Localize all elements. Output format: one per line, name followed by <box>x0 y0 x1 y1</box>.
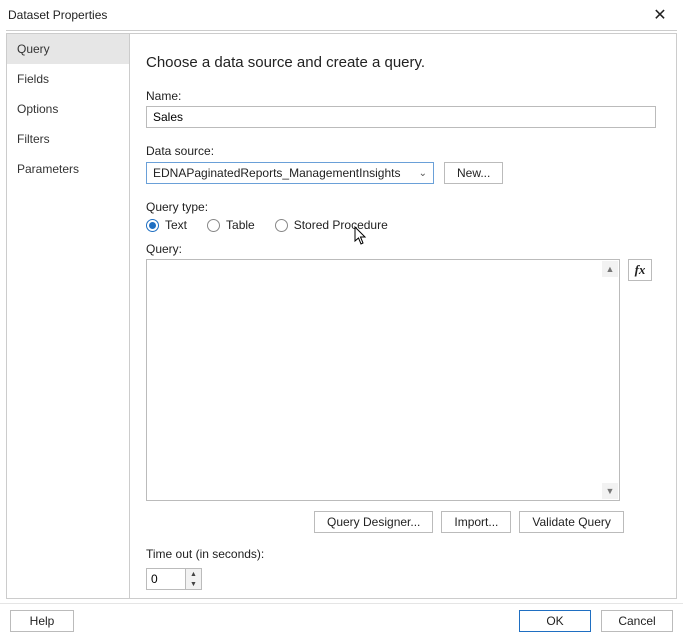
spinner-down-icon[interactable]: ▼ <box>186 579 201 589</box>
radio-circle-icon <box>275 219 288 232</box>
query-textarea[interactable]: ▲ ▼ <box>146 259 620 501</box>
radio-circle-icon <box>207 219 220 232</box>
window-title: Dataset Properties <box>8 8 107 22</box>
name-label: Name: <box>146 89 662 103</box>
scroll-down-icon[interactable]: ▼ <box>602 483 618 499</box>
titlebar: Dataset Properties ✕ <box>0 0 683 30</box>
scroll-up-icon[interactable]: ▲ <box>602 261 618 277</box>
datasource-select[interactable]: EDNAPaginatedReports_ManagementInsights … <box>146 162 434 184</box>
querytype-label: Query type: <box>146 200 662 214</box>
sidebar-item-query[interactable]: Query <box>7 34 129 64</box>
ok-button[interactable]: OK <box>519 610 591 632</box>
radio-table[interactable]: Table <box>207 218 255 232</box>
radio-circle-icon <box>146 219 159 232</box>
sidebar-item-filters[interactable]: Filters <box>7 124 129 154</box>
new-datasource-button[interactable]: New... <box>444 162 503 184</box>
content-panel: Choose a data source and create a query.… <box>130 33 677 599</box>
radio-table-label: Table <box>226 218 255 232</box>
expression-button[interactable]: fx <box>628 259 652 281</box>
query-designer-button[interactable]: Query Designer... <box>314 511 433 533</box>
spinner-up-icon[interactable]: ▲ <box>186 569 201 579</box>
datasource-value: EDNAPaginatedReports_ManagementInsights <box>153 166 400 180</box>
import-button[interactable]: Import... <box>441 511 511 533</box>
datasource-label: Data source: <box>146 144 662 158</box>
timeout-spinner[interactable]: ▲ ▼ <box>146 568 202 590</box>
close-icon[interactable]: ✕ <box>645 5 675 25</box>
main-area: Query Fields Options Filters Parameters … <box>0 31 683 599</box>
help-button[interactable]: Help <box>10 610 74 632</box>
name-input[interactable] <box>146 106 656 128</box>
validate-query-button[interactable]: Validate Query <box>519 511 624 533</box>
chevron-down-icon: ⌄ <box>419 168 427 179</box>
querytype-group: Text Table Stored Procedure <box>146 218 662 232</box>
page-heading: Choose a data source and create a query. <box>146 54 662 71</box>
query-label: Query: <box>146 242 662 256</box>
sidebar-item-parameters[interactable]: Parameters <box>7 154 129 184</box>
radio-stored-procedure[interactable]: Stored Procedure <box>275 218 388 232</box>
footer: Help OK Cancel <box>0 603 683 637</box>
sidebar: Query Fields Options Filters Parameters <box>6 33 130 599</box>
radio-text-label: Text <box>165 218 187 232</box>
sidebar-item-options[interactable]: Options <box>7 94 129 124</box>
radio-text[interactable]: Text <box>146 218 187 232</box>
timeout-label: Time out (in seconds): <box>146 547 662 561</box>
timeout-input[interactable] <box>147 569 185 589</box>
cancel-button[interactable]: Cancel <box>601 610 673 632</box>
sidebar-item-fields[interactable]: Fields <box>7 64 129 94</box>
radio-stored-label: Stored Procedure <box>294 218 388 232</box>
